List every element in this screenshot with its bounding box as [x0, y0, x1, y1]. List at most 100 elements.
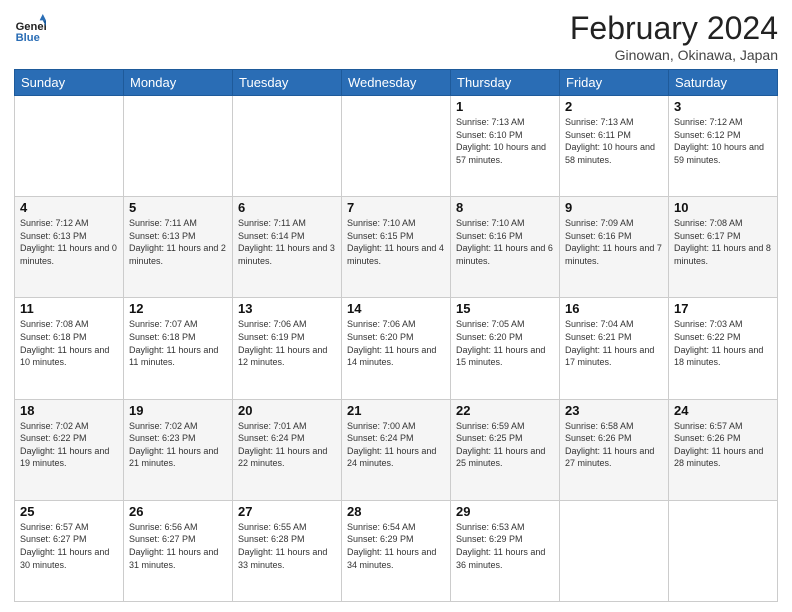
day-number: 18 — [20, 403, 118, 418]
day-info: Sunrise: 7:05 AMSunset: 6:20 PMDaylight:… — [456, 318, 554, 368]
day-number: 13 — [238, 301, 336, 316]
day-cell: 11 Sunrise: 7:08 AMSunset: 6:18 PMDayligh… — [15, 298, 124, 399]
day-cell: 20 Sunrise: 7:01 AMSunset: 6:24 PMDayligh… — [233, 399, 342, 500]
day-cell: 15Sunrise: 7:05 AMSunset: 6:20 PMDayligh… — [451, 298, 560, 399]
logo: General Blue — [14, 14, 46, 46]
svg-text:Blue: Blue — [16, 32, 40, 44]
day-info: Sunrise: 7:12 AMSunset: 6:13 PMDaylight:… — [20, 217, 118, 267]
day-cell — [15, 96, 124, 197]
day-info: Sunrise: 7:10 AMSunset: 6:16 PMDaylight:… — [456, 217, 554, 267]
col-header-monday: Monday — [124, 70, 233, 96]
day-cell: 19Sunrise: 7:02 AMSunset: 6:23 PMDayligh… — [124, 399, 233, 500]
day-cell: 8 Sunrise: 7:10 AMSunset: 6:16 PMDaylight… — [451, 197, 560, 298]
logo-icon: General Blue — [14, 14, 46, 46]
day-info: Sunrise: 6:55 AMSunset: 6:28 PMDaylight:… — [238, 521, 336, 571]
day-cell: 6 Sunrise: 7:11 AMSunset: 6:14 PMDaylight… — [233, 197, 342, 298]
calendar-table: SundayMondayTuesdayWednesdayThursdayFrid… — [14, 69, 778, 602]
day-info: Sunrise: 7:01 AMSunset: 6:24 PMDaylight:… — [238, 420, 336, 470]
title-block: February 2024 Ginowan, Okinawa, Japan — [570, 10, 778, 63]
header: General Blue February 2024 Ginowan, Okin… — [14, 10, 778, 63]
day-info: Sunrise: 6:59 AMSunset: 6:25 PMDaylight:… — [456, 420, 554, 470]
day-info: Sunrise: 7:11 AMSunset: 6:13 PMDaylight:… — [129, 217, 227, 267]
day-cell: 1 Sunrise: 7:13 AMSunset: 6:10 PMDaylight… — [451, 96, 560, 197]
day-number: 5 — [129, 200, 227, 215]
day-number: 29 — [456, 504, 554, 519]
day-number: 24 — [674, 403, 772, 418]
col-header-tuesday: Tuesday — [233, 70, 342, 96]
day-info: Sunrise: 7:04 AMSunset: 6:21 PMDaylight:… — [565, 318, 663, 368]
day-info: Sunrise: 6:58 AMSunset: 6:26 PMDaylight:… — [565, 420, 663, 470]
day-cell — [124, 96, 233, 197]
day-info: Sunrise: 7:11 AMSunset: 6:14 PMDaylight:… — [238, 217, 336, 267]
day-cell: 2Sunrise: 7:13 AMSunset: 6:11 PMDaylight… — [560, 96, 669, 197]
day-number: 12 — [129, 301, 227, 316]
day-info: Sunrise: 7:07 AMSunset: 6:18 PMDaylight:… — [129, 318, 227, 368]
day-number: 27 — [238, 504, 336, 519]
day-info: Sunrise: 7:08 AMSunset: 6:18 PMDaylight:… — [20, 318, 118, 368]
day-number: 9 — [565, 200, 663, 215]
day-number: 4 — [20, 200, 118, 215]
week-row-3: 11 Sunrise: 7:08 AMSunset: 6:18 PMDayligh… — [15, 298, 778, 399]
day-info: Sunrise: 6:57 AMSunset: 6:27 PMDaylight:… — [20, 521, 118, 571]
day-number: 25 — [20, 504, 118, 519]
day-number: 10 — [674, 200, 772, 215]
day-number: 28 — [347, 504, 445, 519]
day-number: 3 — [674, 99, 772, 114]
col-header-saturday: Saturday — [669, 70, 778, 96]
day-cell: 3 Sunrise: 7:12 AMSunset: 6:12 PMDaylight… — [669, 96, 778, 197]
day-number: 1 — [456, 99, 554, 114]
day-cell: 12 Sunrise: 7:07 AMSunset: 6:18 PMDayligh… — [124, 298, 233, 399]
week-row-4: 18 Sunrise: 7:02 AMSunset: 6:22 PMDayligh… — [15, 399, 778, 500]
day-number: 7 — [347, 200, 445, 215]
day-cell: 9 Sunrise: 7:09 AMSunset: 6:16 PMDaylight… — [560, 197, 669, 298]
day-cell: 29Sunrise: 6:53 AMSunset: 6:29 PMDayligh… — [451, 500, 560, 601]
week-row-5: 25 Sunrise: 6:57 AMSunset: 6:27 PMDayligh… — [15, 500, 778, 601]
day-cell: 22 Sunrise: 6:59 AMSunset: 6:25 PMDayligh… — [451, 399, 560, 500]
week-row-1: 1 Sunrise: 7:13 AMSunset: 6:10 PMDaylight… — [15, 96, 778, 197]
day-cell: 17 Sunrise: 7:03 AMSunset: 6:22 PMDayligh… — [669, 298, 778, 399]
day-number: 17 — [674, 301, 772, 316]
day-cell: 27 Sunrise: 6:55 AMSunset: 6:28 PMDayligh… — [233, 500, 342, 601]
day-number: 23 — [565, 403, 663, 418]
day-cell: 23 Sunrise: 6:58 AMSunset: 6:26 PMDayligh… — [560, 399, 669, 500]
day-cell: 28 Sunrise: 6:54 AMSunset: 6:29 PMDayligh… — [342, 500, 451, 601]
day-number: 19 — [129, 403, 227, 418]
day-info: Sunrise: 6:54 AMSunset: 6:29 PMDaylight:… — [347, 521, 445, 571]
day-number: 14 — [347, 301, 445, 316]
day-info: Sunrise: 7:00 AMSunset: 6:24 PMDaylight:… — [347, 420, 445, 470]
day-cell: 18 Sunrise: 7:02 AMSunset: 6:22 PMDayligh… — [15, 399, 124, 500]
day-number: 11 — [20, 301, 118, 316]
day-info: Sunrise: 7:13 AMSunset: 6:10 PMDaylight:… — [456, 116, 554, 166]
day-cell: 10 Sunrise: 7:08 AMSunset: 6:17 PMDayligh… — [669, 197, 778, 298]
day-info: Sunrise: 7:02 AMSunset: 6:22 PMDaylight:… — [20, 420, 118, 470]
col-header-wednesday: Wednesday — [342, 70, 451, 96]
svg-text:General: General — [16, 21, 46, 33]
day-info: Sunrise: 7:12 AMSunset: 6:12 PMDaylight:… — [674, 116, 772, 166]
col-header-thursday: Thursday — [451, 70, 560, 96]
day-number: 20 — [238, 403, 336, 418]
day-cell: 4 Sunrise: 7:12 AMSunset: 6:13 PMDaylight… — [15, 197, 124, 298]
location-subtitle: Ginowan, Okinawa, Japan — [570, 47, 778, 63]
month-title: February 2024 — [570, 10, 778, 47]
day-cell: 24Sunrise: 6:57 AMSunset: 6:26 PMDayligh… — [669, 399, 778, 500]
day-cell: 7 Sunrise: 7:10 AMSunset: 6:15 PMDaylight… — [342, 197, 451, 298]
day-cell — [560, 500, 669, 601]
day-number: 21 — [347, 403, 445, 418]
day-cell — [342, 96, 451, 197]
day-cell — [233, 96, 342, 197]
day-cell: 25 Sunrise: 6:57 AMSunset: 6:27 PMDayligh… — [15, 500, 124, 601]
day-info: Sunrise: 7:06 AMSunset: 6:20 PMDaylight:… — [347, 318, 445, 368]
day-number: 16 — [565, 301, 663, 316]
day-cell: 5 Sunrise: 7:11 AMSunset: 6:13 PMDaylight… — [124, 197, 233, 298]
day-info: Sunrise: 7:09 AMSunset: 6:16 PMDaylight:… — [565, 217, 663, 267]
day-info: Sunrise: 7:08 AMSunset: 6:17 PMDaylight:… — [674, 217, 772, 267]
day-number: 8 — [456, 200, 554, 215]
col-header-sunday: Sunday — [15, 70, 124, 96]
day-number: 6 — [238, 200, 336, 215]
day-info: Sunrise: 7:03 AMSunset: 6:22 PMDaylight:… — [674, 318, 772, 368]
day-info: Sunrise: 6:56 AMSunset: 6:27 PMDaylight:… — [129, 521, 227, 571]
col-header-friday: Friday — [560, 70, 669, 96]
day-info: Sunrise: 7:10 AMSunset: 6:15 PMDaylight:… — [347, 217, 445, 267]
day-number: 22 — [456, 403, 554, 418]
day-cell: 26Sunrise: 6:56 AMSunset: 6:27 PMDayligh… — [124, 500, 233, 601]
